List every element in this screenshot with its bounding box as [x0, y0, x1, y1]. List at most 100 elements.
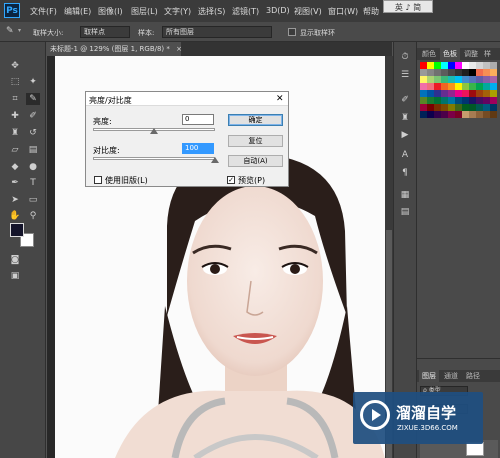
reset-button[interactable]: 复位 — [228, 135, 283, 147]
color-swatch[interactable] — [441, 104, 448, 111]
info-panel-icon[interactable]: ▦ — [399, 190, 411, 201]
eyedropper-tool-icon[interactable]: ✎ — [26, 93, 40, 105]
color-swatch[interactable] — [469, 111, 476, 118]
color-swatch[interactable] — [476, 104, 483, 111]
color-swatch[interactable] — [462, 69, 469, 76]
color-swatch[interactable] — [476, 62, 483, 69]
tab-adjustments[interactable]: 调整 — [461, 48, 481, 60]
sample-select[interactable]: 所有图层 — [162, 26, 272, 38]
color-swatch[interactable] — [427, 69, 434, 76]
color-swatch[interactable] — [469, 104, 476, 111]
color-swatch[interactable] — [490, 97, 497, 104]
close-icon[interactable]: × — [176, 45, 182, 53]
menu-image[interactable]: 图像(I) — [98, 6, 123, 17]
color-swatch[interactable] — [441, 62, 448, 69]
color-swatch[interactable] — [441, 97, 448, 104]
color-swatch[interactable] — [434, 62, 441, 69]
color-swatch[interactable] — [427, 83, 434, 90]
clone-source-panel-icon[interactable]: ♜ — [399, 113, 411, 124]
color-swatch[interactable] — [490, 62, 497, 69]
color-swatch[interactable] — [490, 104, 497, 111]
eyedropper-icon[interactable]: ✎ — [6, 26, 14, 36]
color-swatch[interactable] — [483, 97, 490, 104]
menu-select[interactable]: 选择(S) — [198, 6, 225, 17]
color-swatch[interactable] — [490, 83, 497, 90]
color-swatch[interactable] — [462, 97, 469, 104]
color-swatch[interactable] — [476, 90, 483, 97]
color-swatch[interactable] — [455, 97, 462, 104]
color-swatch[interactable] — [441, 83, 448, 90]
color-swatch[interactable] — [462, 83, 469, 90]
color-swatch[interactable] — [483, 111, 490, 118]
color-swatch[interactable] — [455, 62, 462, 69]
contrast-input[interactable]: 100 — [182, 143, 214, 154]
properties-panel-icon[interactable]: ☰ — [399, 70, 411, 81]
color-swatch[interactable] — [462, 90, 469, 97]
color-swatch[interactable] — [462, 111, 469, 118]
ime-toolbar[interactable]: 英 ♪ 简 — [383, 0, 433, 13]
color-swatch[interactable] — [420, 104, 427, 111]
color-swatch[interactable] — [476, 111, 483, 118]
auto-button[interactable]: 自动(A) — [228, 155, 283, 167]
hand-tool-icon[interactable]: ✋ — [8, 210, 22, 222]
history-brush-icon[interactable]: ↺ — [26, 127, 40, 139]
color-swatch[interactable] — [441, 76, 448, 83]
color-swatch[interactable] — [462, 62, 469, 69]
show-ring-checkbox[interactable] — [288, 28, 296, 36]
history-panel-icon[interactable]: ⏱ — [399, 52, 411, 63]
color-swatch[interactable] — [420, 76, 427, 83]
contrast-slider-thumb[interactable] — [211, 157, 219, 163]
color-swatch[interactable] — [490, 90, 497, 97]
pen-tool-icon[interactable]: ✒ — [8, 177, 22, 189]
dialog-title-bar[interactable]: 亮度/对比度 ✕ — [86, 92, 288, 106]
color-swatch[interactable] — [427, 104, 434, 111]
brush-panel-icon[interactable]: ✐ — [399, 95, 411, 106]
preview-checkbox[interactable]: ✓ — [227, 176, 235, 184]
color-swatch[interactable] — [448, 97, 455, 104]
color-swatch[interactable] — [420, 97, 427, 104]
quick-mask-icon[interactable]: ◙ — [8, 254, 22, 266]
menu-file[interactable]: 文件(F) — [30, 6, 57, 17]
menu-window[interactable]: 窗口(W) — [328, 6, 358, 17]
tab-paths[interactable]: 路径 — [463, 370, 483, 382]
color-swatch[interactable] — [420, 111, 427, 118]
color-swatch[interactable] — [483, 104, 490, 111]
menu-edit[interactable]: 编辑(E) — [64, 6, 91, 17]
color-swatch[interactable] — [476, 69, 483, 76]
paragraph-panel-icon[interactable]: ¶ — [399, 168, 411, 179]
color-swatch[interactable] — [427, 111, 434, 118]
color-swatch[interactable] — [448, 83, 455, 90]
crop-tool-icon[interactable]: ⌗ — [8, 93, 22, 105]
color-swatch[interactable] — [420, 62, 427, 69]
color-swatch[interactable] — [434, 104, 441, 111]
color-swatch[interactable] — [448, 62, 455, 69]
marquee-tool-icon[interactable]: ⬚ — [8, 76, 22, 88]
color-swatch[interactable] — [490, 69, 497, 76]
screen-mode-icon[interactable]: ▣ — [8, 270, 22, 282]
zoom-tool-icon[interactable]: ⚲ — [26, 210, 40, 222]
color-swatch[interactable] — [427, 62, 434, 69]
tab-layers[interactable]: 图层 — [419, 370, 439, 382]
sample-size-select[interactable]: 取样点 — [80, 26, 130, 38]
stamp-tool-icon[interactable]: ♜ — [8, 127, 22, 139]
color-swatch[interactable] — [448, 104, 455, 111]
color-swatch[interactable] — [483, 83, 490, 90]
color-swatch[interactable] — [420, 90, 427, 97]
tab-channels[interactable]: 通道 — [441, 370, 461, 382]
color-swatch[interactable] — [448, 76, 455, 83]
dodge-tool-icon[interactable]: ● — [26, 161, 40, 173]
shape-tool-icon[interactable]: ▭ — [26, 194, 40, 206]
move-tool-icon[interactable]: ✥ — [8, 60, 22, 72]
tab-color[interactable]: 颜色 — [419, 48, 439, 60]
color-swatch[interactable] — [490, 111, 497, 118]
document-tab[interactable]: 未标题-1 @ 129% (图层 1, RGB/8) * × — [46, 42, 182, 56]
menu-help[interactable]: 帮助 — [363, 6, 379, 17]
color-swatch[interactable] — [483, 90, 490, 97]
color-swatch[interactable] — [427, 97, 434, 104]
color-swatch[interactable] — [448, 69, 455, 76]
color-swatch[interactable] — [420, 69, 427, 76]
color-swatch[interactable] — [469, 62, 476, 69]
color-swatch[interactable] — [462, 104, 469, 111]
color-swatch[interactable] — [434, 90, 441, 97]
color-swatch[interactable] — [476, 76, 483, 83]
